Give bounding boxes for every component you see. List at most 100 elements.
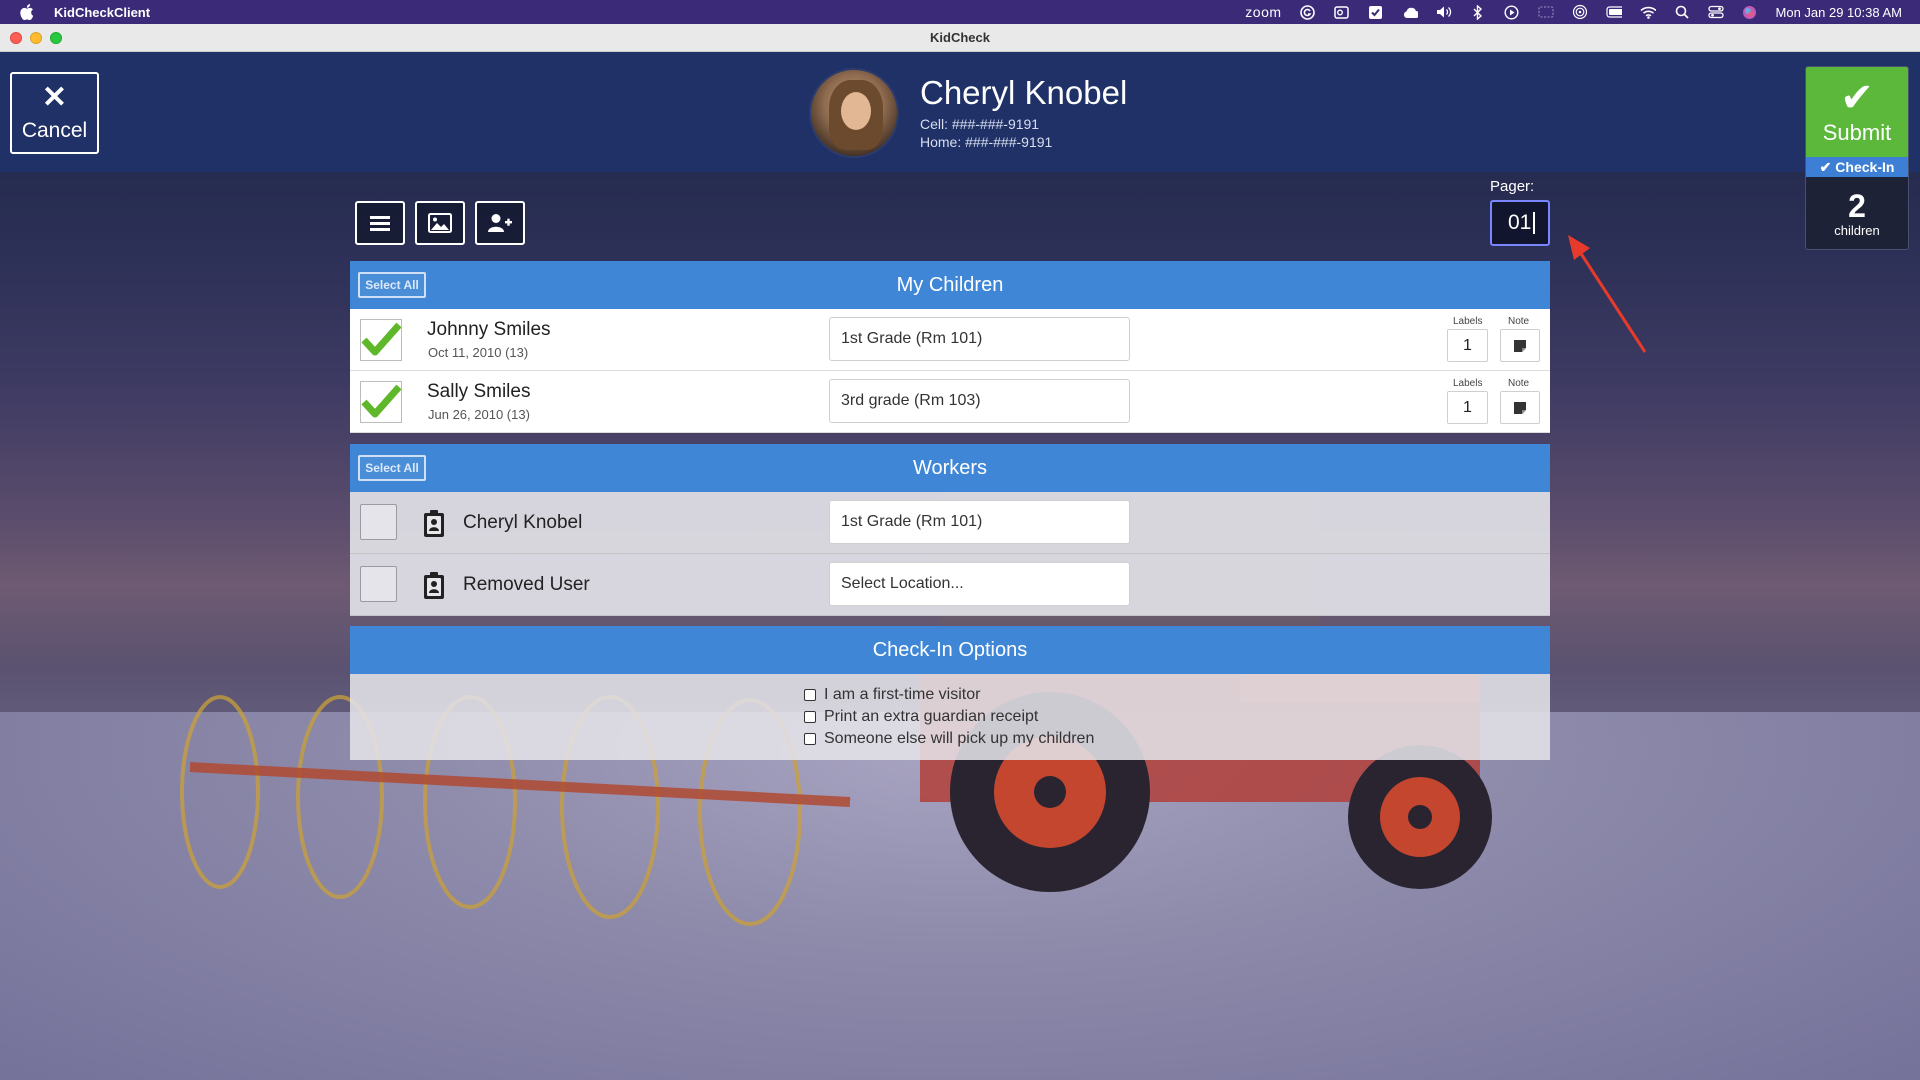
children-count: 2 xyxy=(1848,187,1866,224)
outlook-icon[interactable] xyxy=(1334,4,1350,20)
note-button[interactable] xyxy=(1500,329,1540,362)
cloud-icon[interactable] xyxy=(1402,4,1418,20)
menu-bar: KidCheckClient zoom Mon Jan 29 10:38 AM xyxy=(0,0,1920,24)
worker-name: Cheryl Knobel xyxy=(463,512,583,533)
child-name: Sally Smiles xyxy=(427,381,531,402)
option-checkbox[interactable] xyxy=(804,689,816,701)
submit-label: Submit xyxy=(1822,120,1892,145)
child-room-select[interactable]: 1st Grade (Rm 101) xyxy=(829,317,1130,361)
photo-button[interactable] xyxy=(415,201,465,245)
id-badge-icon xyxy=(424,510,444,537)
checkin-options-header: Check-In Options xyxy=(350,626,1550,674)
sticky-note-icon xyxy=(1514,401,1526,414)
add-person-button[interactable] xyxy=(475,201,525,245)
zoom-status-item[interactable]: zoom xyxy=(1245,4,1281,20)
first-time-visitor-option[interactable]: I am a first-time visitor xyxy=(804,686,980,704)
workers-header: Select All Workers xyxy=(350,444,1550,492)
my-children-title: My Children xyxy=(896,273,1004,296)
note-header: Note xyxy=(1508,378,1530,389)
labels-count-input[interactable]: 1 xyxy=(1447,329,1488,362)
play-circle-icon[interactable] xyxy=(1504,4,1520,20)
guardian-name: Cheryl Knobel xyxy=(920,74,1128,111)
green-check-icon xyxy=(361,322,401,356)
add-user-icon xyxy=(488,214,512,232)
apple-icon[interactable] xyxy=(18,3,36,21)
siri-icon[interactable] xyxy=(1742,4,1758,20)
worker-row: Removed User Select Location... xyxy=(350,554,1550,616)
pager-value: 01 xyxy=(1508,211,1532,234)
spotlight-search-icon[interactable] xyxy=(1674,4,1690,20)
sticky-note-icon xyxy=(1514,339,1526,352)
alternate-pickup-option[interactable]: Someone else will pick up my children xyxy=(804,730,1094,748)
note-header: Note xyxy=(1508,316,1530,327)
worker-checkbox[interactable] xyxy=(360,504,397,540)
menubar-clock[interactable]: Mon Jan 29 10:38 AM xyxy=(1776,5,1902,20)
window-title: KidCheck xyxy=(930,30,990,45)
worker-row: Cheryl Knobel 1st Grade (Rm 101) xyxy=(350,492,1550,554)
close-icon: ✕ xyxy=(41,81,68,114)
option-checkbox[interactable] xyxy=(804,733,816,745)
airdrop-icon[interactable] xyxy=(1572,4,1588,20)
worker-checkbox[interactable] xyxy=(360,566,397,602)
guardian-home-phone: Home: ###-###-9191 xyxy=(920,134,1053,150)
option-label: Print an extra guardian receipt xyxy=(824,708,1039,725)
labels-header: Labels xyxy=(1453,316,1483,327)
child-name: Johnny Smiles xyxy=(427,319,551,340)
check-icon: ✔ xyxy=(1819,158,1832,175)
cancel-button[interactable]: ✕ Cancel xyxy=(10,72,99,154)
children-count-box: 2 children xyxy=(1806,177,1908,249)
volume-icon[interactable] xyxy=(1436,4,1452,20)
screen-mirror-icon[interactable] xyxy=(1537,4,1554,20)
workers-title: Workers xyxy=(912,456,988,479)
child-row: Johnny Smiles Oct 11, 2010 (13) 1st Grad… xyxy=(350,309,1550,371)
minimize-window-button[interactable] xyxy=(30,32,42,44)
window-controls xyxy=(10,32,62,44)
menu-button[interactable] xyxy=(355,201,405,245)
child-birthdate: Oct 11, 2010 (13) xyxy=(428,345,529,360)
child-room-select[interactable]: 3rd grade (Rm 103) xyxy=(829,379,1130,423)
green-check-icon xyxy=(361,384,401,418)
select-all-children-button[interactable]: Select All xyxy=(358,272,426,298)
pager-input[interactable]: 01 xyxy=(1490,200,1550,246)
checkin-options-title: Check-In Options xyxy=(872,638,1028,661)
select-all-workers-button[interactable]: Select All xyxy=(358,455,426,481)
wifi-icon[interactable] xyxy=(1639,4,1656,20)
control-center-icon[interactable] xyxy=(1707,4,1724,20)
option-label: Someone else will pick up my children xyxy=(824,730,1095,747)
window-title-bar: KidCheck xyxy=(0,24,1920,52)
cancel-label: Cancel xyxy=(21,119,88,142)
submit-panel: ✔ Submit ✔ Check-In 2 children xyxy=(1805,66,1909,250)
close-window-button[interactable] xyxy=(10,32,22,44)
checkin-label: Check-In xyxy=(1835,159,1895,175)
battery-icon[interactable] xyxy=(1605,4,1622,20)
labels-count-input[interactable]: 1 xyxy=(1447,391,1488,424)
annotation-arrow xyxy=(1568,235,1647,353)
checkbox-app-icon[interactable] xyxy=(1368,4,1384,20)
submit-button[interactable]: ✔ Submit xyxy=(1806,67,1908,157)
bluetooth-icon[interactable] xyxy=(1470,4,1486,20)
labels-header: Labels xyxy=(1453,378,1483,389)
worker-name: Removed User xyxy=(463,574,590,595)
extra-receipt-option[interactable]: Print an extra guardian receipt xyxy=(804,708,1038,726)
worker-room-select[interactable]: Select Location... xyxy=(829,562,1130,606)
app-menu-name[interactable]: KidCheckClient xyxy=(54,5,150,20)
checkin-options-panel: I am a first-time visitor Print an extra… xyxy=(350,674,1550,760)
child-birthdate: Jun 26, 2010 (13) xyxy=(428,407,530,422)
grammarly-icon[interactable] xyxy=(1300,4,1316,20)
menu-icon xyxy=(370,216,390,231)
option-label: I am a first-time visitor xyxy=(824,686,981,703)
maximize-window-button[interactable] xyxy=(50,32,62,44)
option-checkbox[interactable] xyxy=(804,711,816,723)
id-badge-icon xyxy=(424,572,444,599)
checkin-mode-strip: ✔ Check-In xyxy=(1806,157,1908,177)
image-icon xyxy=(428,213,452,233)
my-children-header: Select All My Children xyxy=(350,261,1550,309)
note-button[interactable] xyxy=(1500,391,1540,424)
checkmark-icon: ✔ xyxy=(1840,76,1874,120)
worker-room-select[interactable]: 1st Grade (Rm 101) xyxy=(829,500,1130,544)
children-count-unit: children xyxy=(1834,222,1880,238)
child-checkbox[interactable] xyxy=(360,319,402,361)
child-checkbox[interactable] xyxy=(360,381,402,423)
text-caret xyxy=(1533,212,1536,234)
guardian-avatar xyxy=(809,68,899,158)
